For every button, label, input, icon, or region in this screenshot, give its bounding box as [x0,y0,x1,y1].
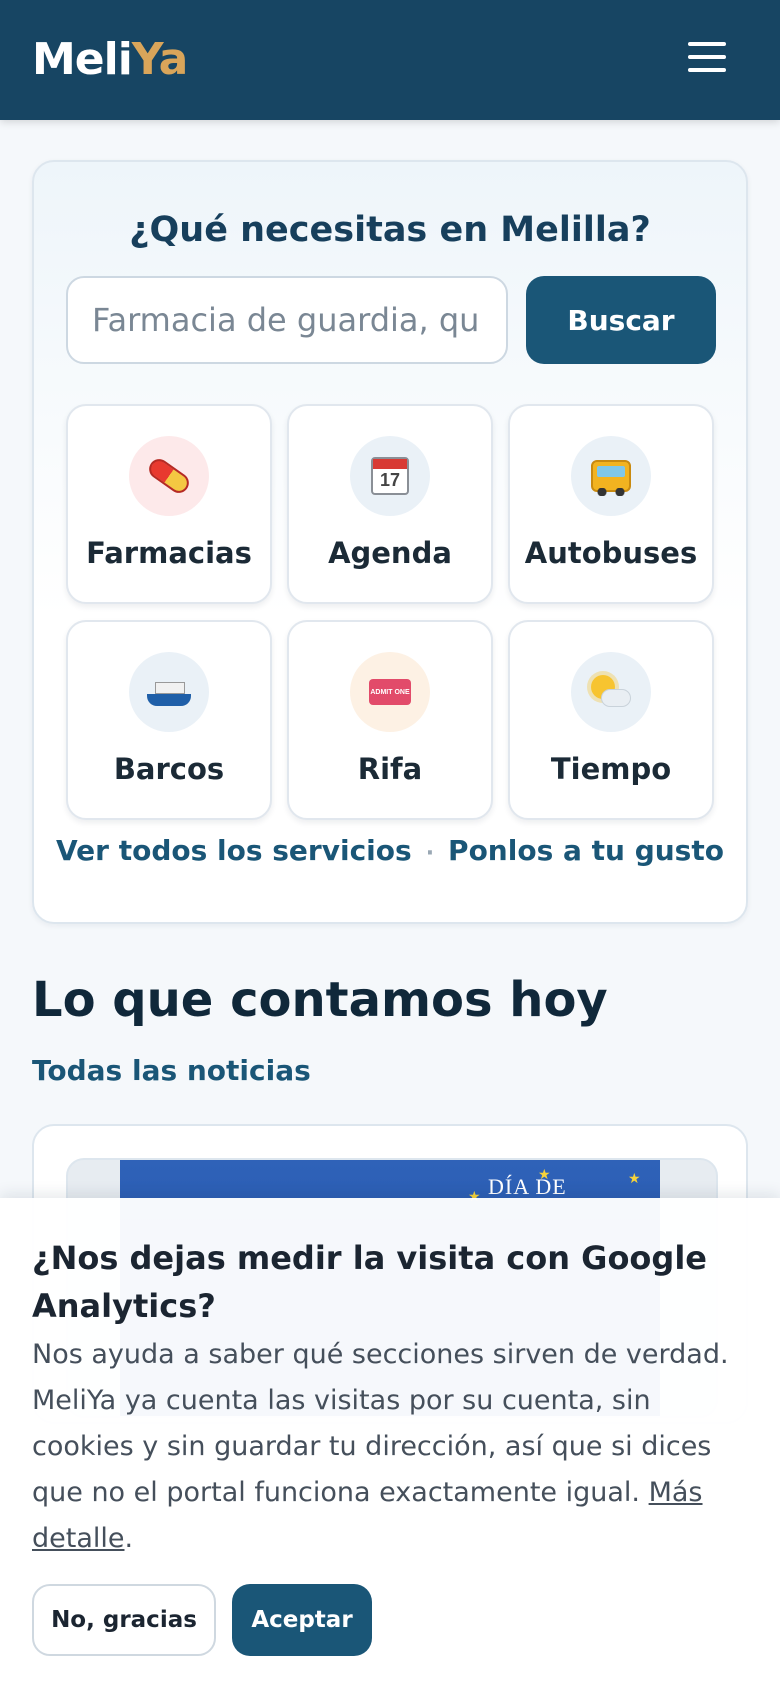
logo-text-primary: Meli [32,34,133,85]
service-tile-barcos[interactable]: Barcos [66,620,272,820]
hamburger-menu-icon[interactable] [688,42,728,76]
ticket-icon: ADMIT ONE [350,652,430,732]
cookie-text: Nos ayuda a saber qué secciones sirven d… [32,1332,752,1562]
cookie-consent-banner: ¿Nos dejas medir la visita con Google An… [0,1198,780,1688]
top-navbar: MeliYa [0,0,780,120]
logo-text-accent: Ya [131,34,189,85]
accept-button[interactable]: Aceptar [232,1584,372,1656]
service-tile-agenda[interactable]: 17 Agenda [287,404,493,604]
customize-services-link[interactable]: Ponlos a tu gusto [448,834,724,867]
search-button[interactable]: Buscar [526,276,716,364]
link-separator: · [425,841,435,866]
news-image-caption: DÍA DE [488,1174,567,1199]
service-tile-rifa[interactable]: ADMIT ONE Rifa [287,620,493,820]
logo[interactable]: MeliYa [32,34,189,85]
service-tile-tiempo[interactable]: Tiempo [508,620,714,820]
bus-icon [571,436,651,516]
decline-button[interactable]: No, gracias [32,1584,216,1656]
cookie-title: ¿Nos dejas medir la visita con Google An… [32,1239,707,1325]
search-title: ¿Qué necesitas en Melilla? [129,210,651,250]
sun-cloud-icon [571,652,651,732]
cookie-text-suffix: . [124,1523,134,1554]
service-tile-farmacias[interactable]: Farmacias [66,404,272,604]
calendar-icon: 17 [350,436,430,516]
service-label: Farmacias [86,536,252,570]
service-label: Tiempo [550,752,672,786]
news-section-title: Lo que contamos hoy [32,972,608,1028]
service-label: Agenda [328,536,452,570]
search-card: ¿Qué necesitas en Melilla? Buscar Farmac… [32,160,748,924]
pill-icon [129,436,209,516]
service-label: Autobuses [524,536,698,570]
service-label: Barcos [113,752,225,786]
ship-icon [129,652,209,732]
cookie-body: Nos ayuda a saber qué secciones sirven d… [32,1339,729,1508]
service-links: Ver todos los servicios · Ponlos a tu gust… [34,834,746,867]
service-tile-autobuses[interactable]: Autobuses [508,404,714,604]
search-input[interactable] [66,276,508,364]
all-news-link[interactable]: Todas las noticias [32,1054,311,1087]
service-label: Rifa [357,752,423,786]
all-services-link[interactable]: Ver todos los servicios [56,834,412,867]
